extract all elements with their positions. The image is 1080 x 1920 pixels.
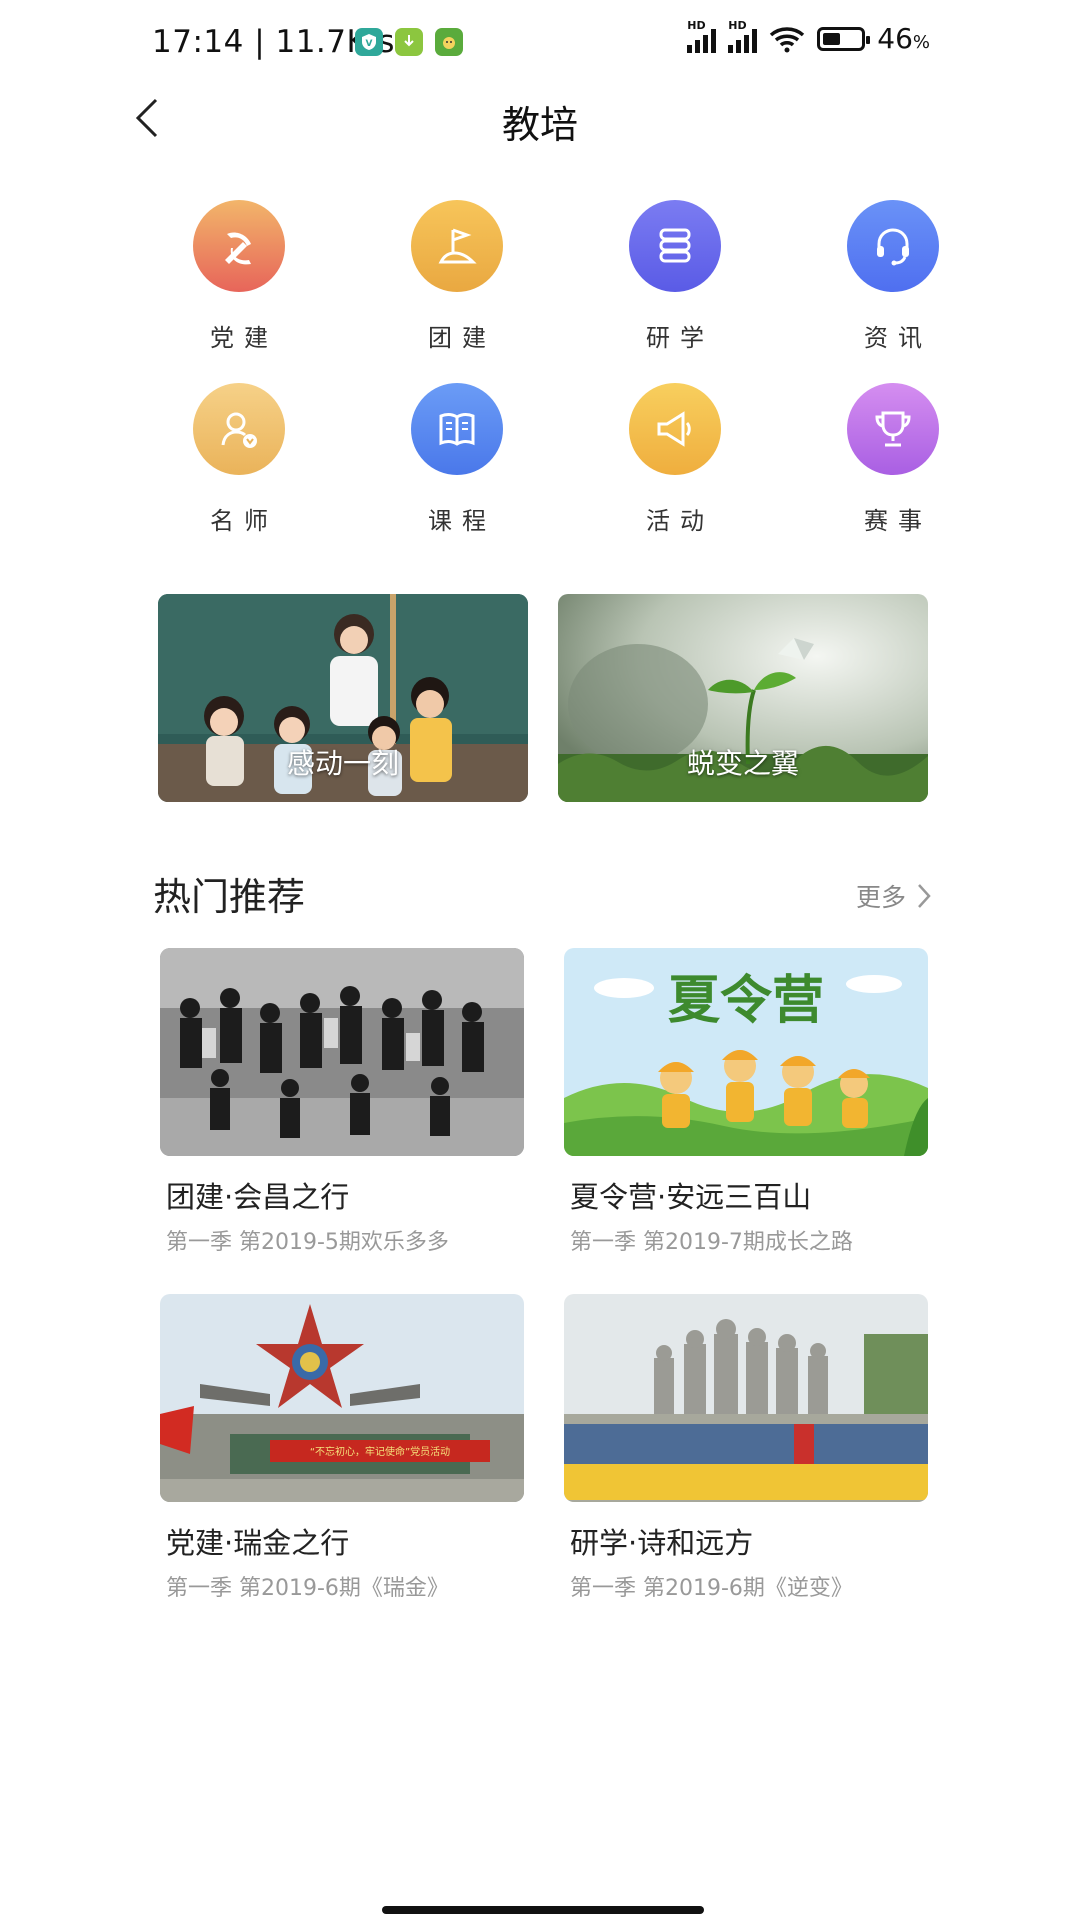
- category-grid: 党建 团建 研学 资讯 名师 课程 活动 赛事: [130, 200, 1010, 536]
- teacher-icon: [193, 383, 285, 475]
- party-emblem-icon: [193, 200, 285, 292]
- more-label: 更多: [855, 883, 906, 912]
- chevron-right-icon: [918, 884, 931, 908]
- recommendation-card[interactable]: 研学·诗和远方 第一季 第2019-6期《逆变》: [564, 1294, 928, 1602]
- category-course[interactable]: 课程: [348, 383, 566, 536]
- category-label: 资讯: [864, 324, 932, 352]
- category-label: 赛事: [864, 507, 932, 535]
- home-indicator[interactable]: [382, 1906, 704, 1914]
- banner-touching-moment[interactable]: 感动一刻: [158, 594, 528, 802]
- trophy-icon: [847, 383, 939, 475]
- card-title: 研学·诗和远方: [570, 1526, 754, 1560]
- flag-icon: [411, 200, 503, 292]
- recommendation-card[interactable]: “不忘初心，牢记使命”党员活动 党建·瑞金之行 第一季 第2019-6期《瑞金》: [160, 1294, 524, 1602]
- category-competition[interactable]: 赛事: [784, 383, 1002, 536]
- banner-row: 感动一刻 蜕变之翼: [158, 594, 928, 802]
- card-title: 团建·会昌之行: [166, 1180, 350, 1214]
- category-label: 团建: [428, 324, 496, 352]
- category-label: 课程: [428, 507, 496, 535]
- battery-icon: [817, 26, 871, 51]
- card-thumbnail: [564, 1294, 928, 1502]
- card-subtitle: 第一季 第2019-6期《瑞金》: [166, 1576, 449, 1601]
- category-famous-teacher[interactable]: 名师: [130, 383, 348, 536]
- status-right: HD HD 46%: [687, 19, 930, 55]
- category-news[interactable]: 资讯: [784, 200, 1002, 353]
- page-title: 教培: [501, 103, 578, 147]
- banner-title: 感动一刻: [286, 747, 399, 780]
- card-thumbnail: “不忘初心，牢记使命”党员活动: [160, 1294, 524, 1502]
- category-label: 党建: [210, 324, 278, 352]
- card-subtitle: 第一季 第2019-7期成长之路: [570, 1230, 853, 1255]
- category-team-building[interactable]: 团建: [348, 200, 566, 353]
- download-icon: [395, 28, 423, 56]
- card-title: 党建·瑞金之行: [166, 1526, 350, 1560]
- headset-icon: [847, 200, 939, 292]
- category-label: 活动: [646, 507, 714, 535]
- card-title: 夏令营·安远三百山: [570, 1180, 812, 1214]
- more-button[interactable]: 更多: [856, 878, 932, 914]
- category-study-tour[interactable]: 研学: [566, 200, 784, 353]
- card-thumbnail: 夏令营: [564, 948, 928, 1156]
- wifi-icon: [770, 26, 805, 52]
- notification-icons: V: [355, 28, 463, 56]
- book-icon: [411, 383, 503, 475]
- recommendation-card[interactable]: 夏令营 夏令营·安远三百山 第一季 第2019-7期成长之路: [564, 948, 928, 1256]
- banner-title: 蜕变之翼: [686, 747, 799, 780]
- megaphone-icon: [629, 383, 721, 475]
- card-thumbnail: [160, 948, 524, 1156]
- signal-icon: HD: [687, 19, 717, 53]
- books-icon: [629, 200, 721, 292]
- section-title-hot: 热门推荐: [153, 875, 306, 919]
- app-mascot-icon: [435, 28, 463, 56]
- status-bar: 17:14 | 11.7K/s V HD HD 46%: [0, 0, 1080, 84]
- shield-icon: V: [355, 28, 383, 56]
- banner-slogan-text: “不忘初心，牢记使命”党员活动: [310, 1445, 450, 1458]
- category-activity[interactable]: 活动: [566, 383, 784, 536]
- banner-transformation-wings[interactable]: 蜕变之翼: [558, 594, 928, 802]
- category-label: 名师: [210, 507, 278, 535]
- category-party-building[interactable]: 党建: [130, 200, 348, 353]
- camp-logo-text: 夏令营: [668, 971, 824, 1031]
- svg-text:V: V: [366, 39, 373, 49]
- card-subtitle: 第一季 第2019-5期欢乐多多: [166, 1230, 449, 1255]
- card-subtitle: 第一季 第2019-6期《逆变》: [570, 1576, 853, 1601]
- navigation-header: 教培: [0, 84, 1080, 152]
- battery-percent: 46%: [877, 22, 930, 55]
- category-label: 研学: [646, 324, 714, 352]
- recommendation-card[interactable]: 团建·会昌之行 第一季 第2019-5期欢乐多多: [160, 948, 524, 1256]
- signal-icon: HD: [728, 19, 758, 53]
